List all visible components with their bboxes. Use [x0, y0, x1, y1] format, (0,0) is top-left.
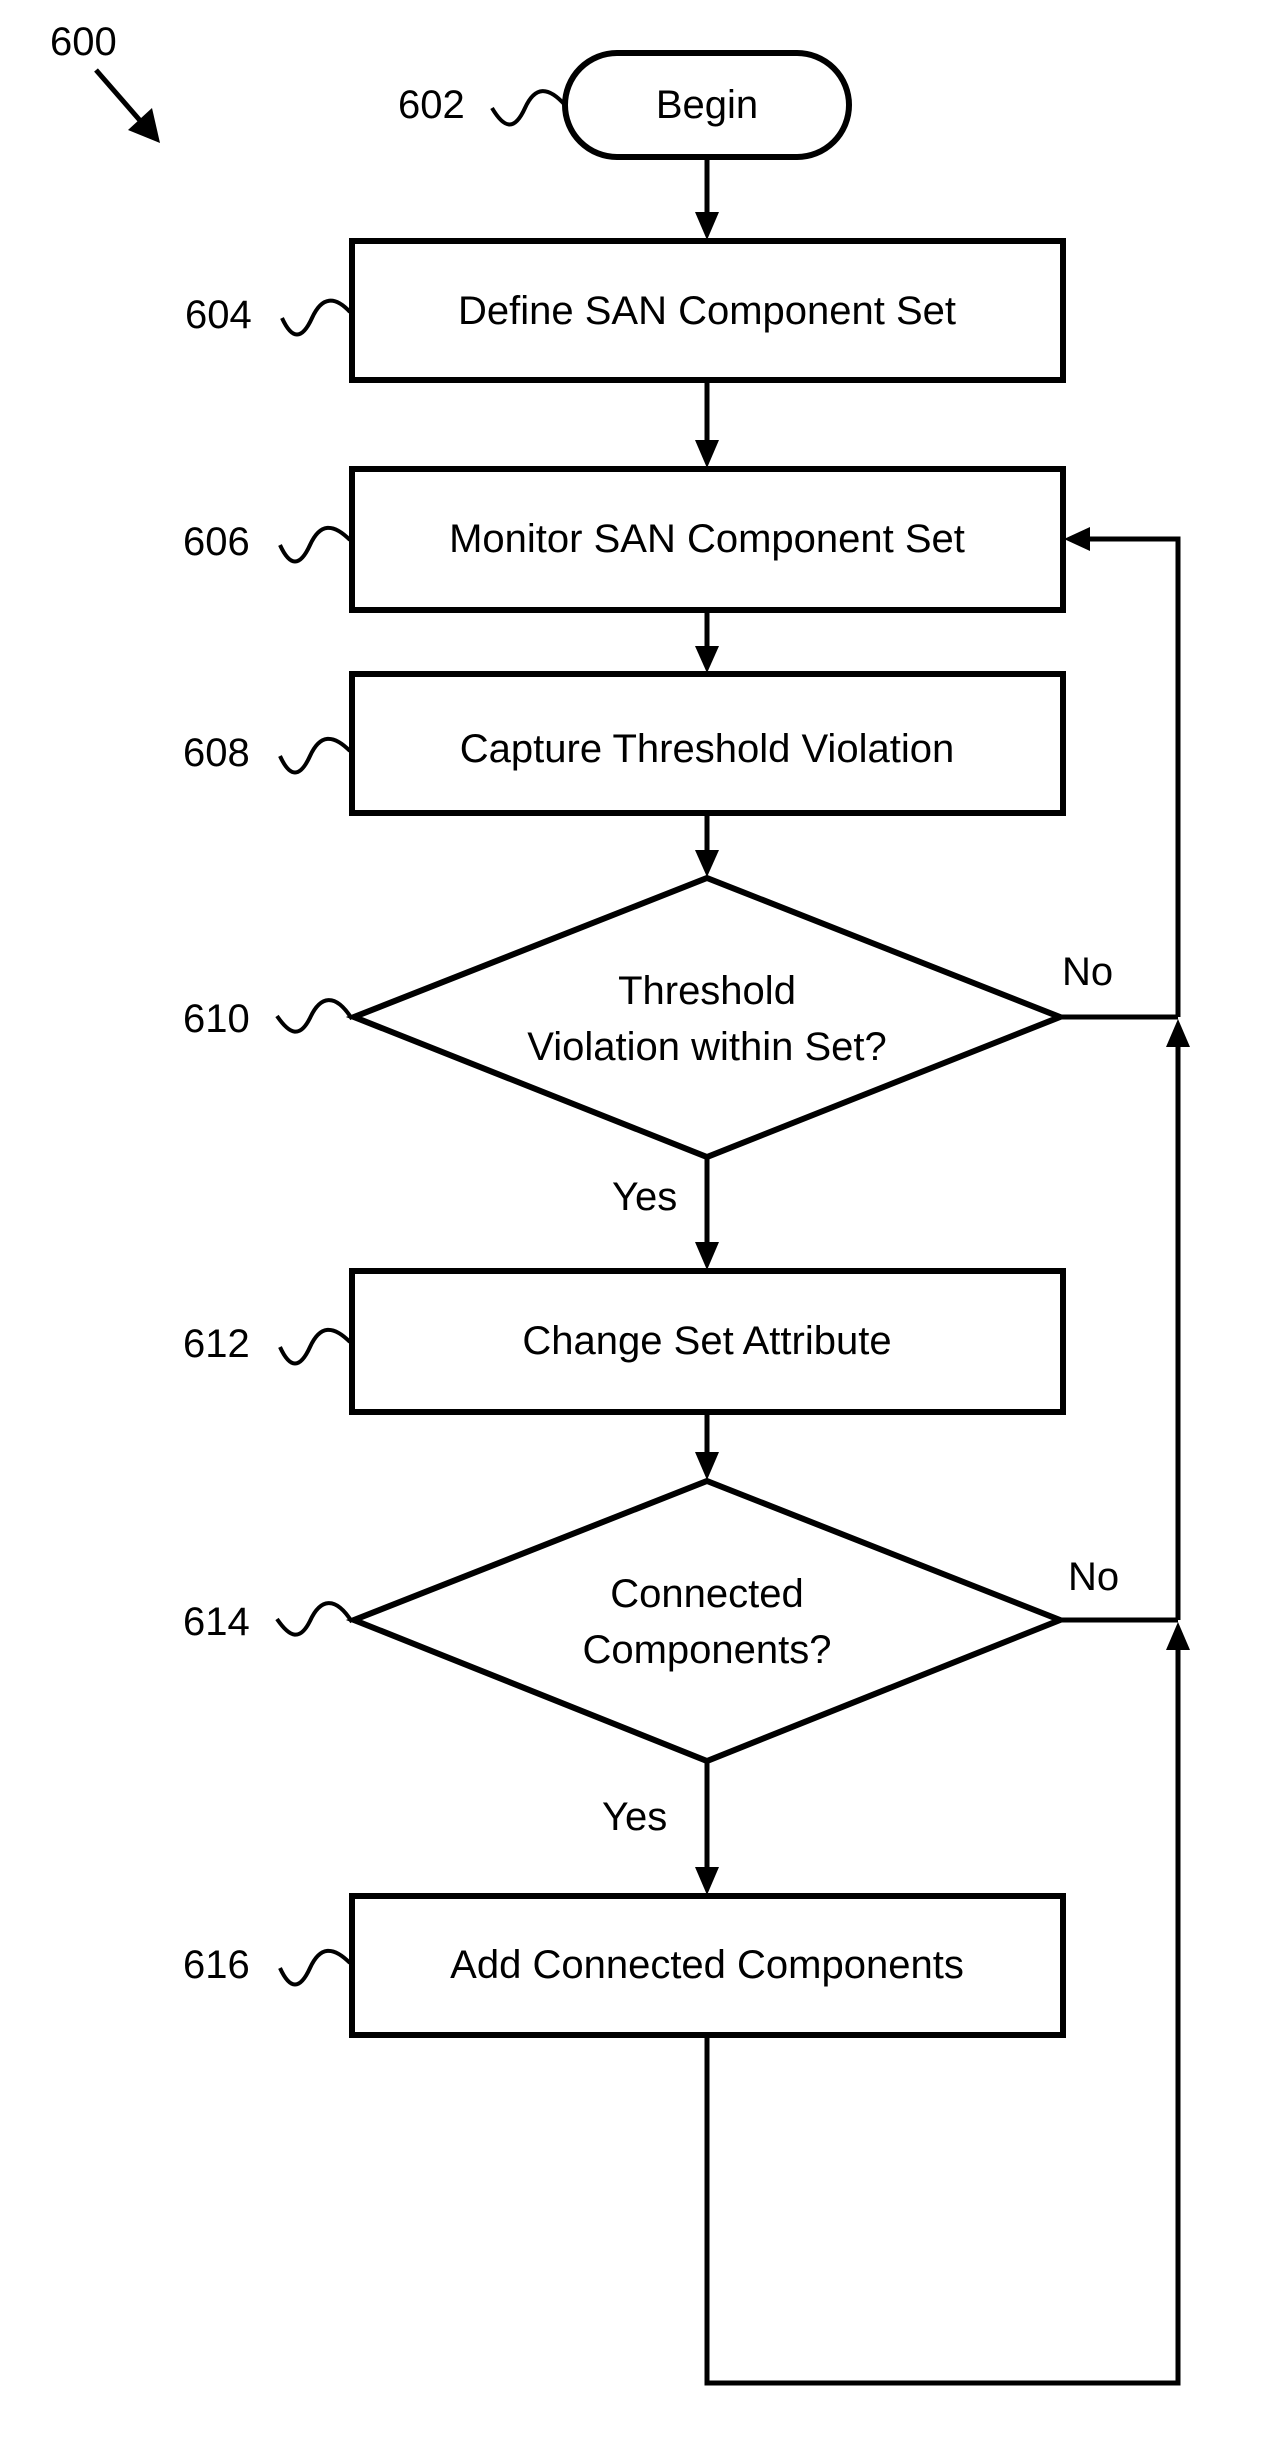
ref-label-608: 608	[183, 731, 250, 775]
terminal-begin-text: Begin	[656, 83, 758, 127]
arrowhead-icon	[1166, 1622, 1190, 1650]
decision-diamond-610	[345, 874, 1069, 1161]
figure-ref-label: 600	[50, 20, 117, 64]
arrowhead-icon	[1166, 1019, 1190, 1047]
arrowhead-icon	[695, 850, 719, 877]
ref-label-610: 610	[183, 997, 250, 1041]
decision-610-text-line1: Threshold	[618, 969, 796, 1013]
process-box-604-text: Define SAN Component Set	[458, 289, 956, 333]
decision-614-text-line1: Connected	[610, 1572, 803, 1616]
process-box-612-text: Change Set Attribute	[522, 1319, 891, 1363]
arrowhead-icon	[695, 1242, 719, 1270]
leader-squiggle-612	[278, 1327, 352, 1366]
ref-label-606: 606	[183, 520, 250, 564]
decision-diamond-614	[345, 1477, 1069, 1765]
leader-squiggle-604	[280, 298, 352, 337]
ref-label-612: 612	[183, 1322, 250, 1366]
arrowhead-icon	[695, 646, 719, 673]
arrowhead-icon	[695, 212, 719, 240]
process-box-608-text: Capture Threshold Violation	[460, 727, 954, 771]
process-box-616-text: Add Connected Components	[450, 1943, 964, 1987]
edge-614-yes-label: Yes	[602, 1795, 667, 1839]
leader-squiggle-608	[278, 736, 352, 775]
decision-614-text-line2: Components?	[582, 1628, 831, 1672]
leader-squiggle-606	[278, 525, 352, 564]
ref-label-604: 604	[185, 293, 252, 337]
arrowhead-icon	[695, 1452, 719, 1480]
feedback-line-upper	[1086, 536, 1181, 1017]
ref-label-602: 602	[398, 83, 465, 127]
leader-squiggle-610	[275, 998, 354, 1034]
arrowhead-icon	[1064, 527, 1090, 551]
flowchart: 600 602 Begin 604 Define SAN Component S…	[50, 20, 1190, 2386]
leader-squiggle-614	[275, 1601, 354, 1637]
leader-squiggle-616	[278, 1948, 352, 1987]
edge-610-yes-label: Yes	[612, 1175, 677, 1219]
arrowhead-icon	[695, 1867, 719, 1895]
edge-610-no-label: No	[1062, 950, 1113, 994]
decision-610-text-line2: Violation within Set?	[527, 1025, 887, 1069]
leader-squiggle-602	[490, 89, 567, 127]
ref-label-614: 614	[183, 1600, 250, 1644]
arrowhead-icon	[695, 440, 719, 468]
ref-label-616: 616	[183, 1943, 250, 1987]
process-box-606-text: Monitor SAN Component Set	[449, 517, 965, 561]
edge-614-no-label: No	[1068, 1555, 1119, 1599]
